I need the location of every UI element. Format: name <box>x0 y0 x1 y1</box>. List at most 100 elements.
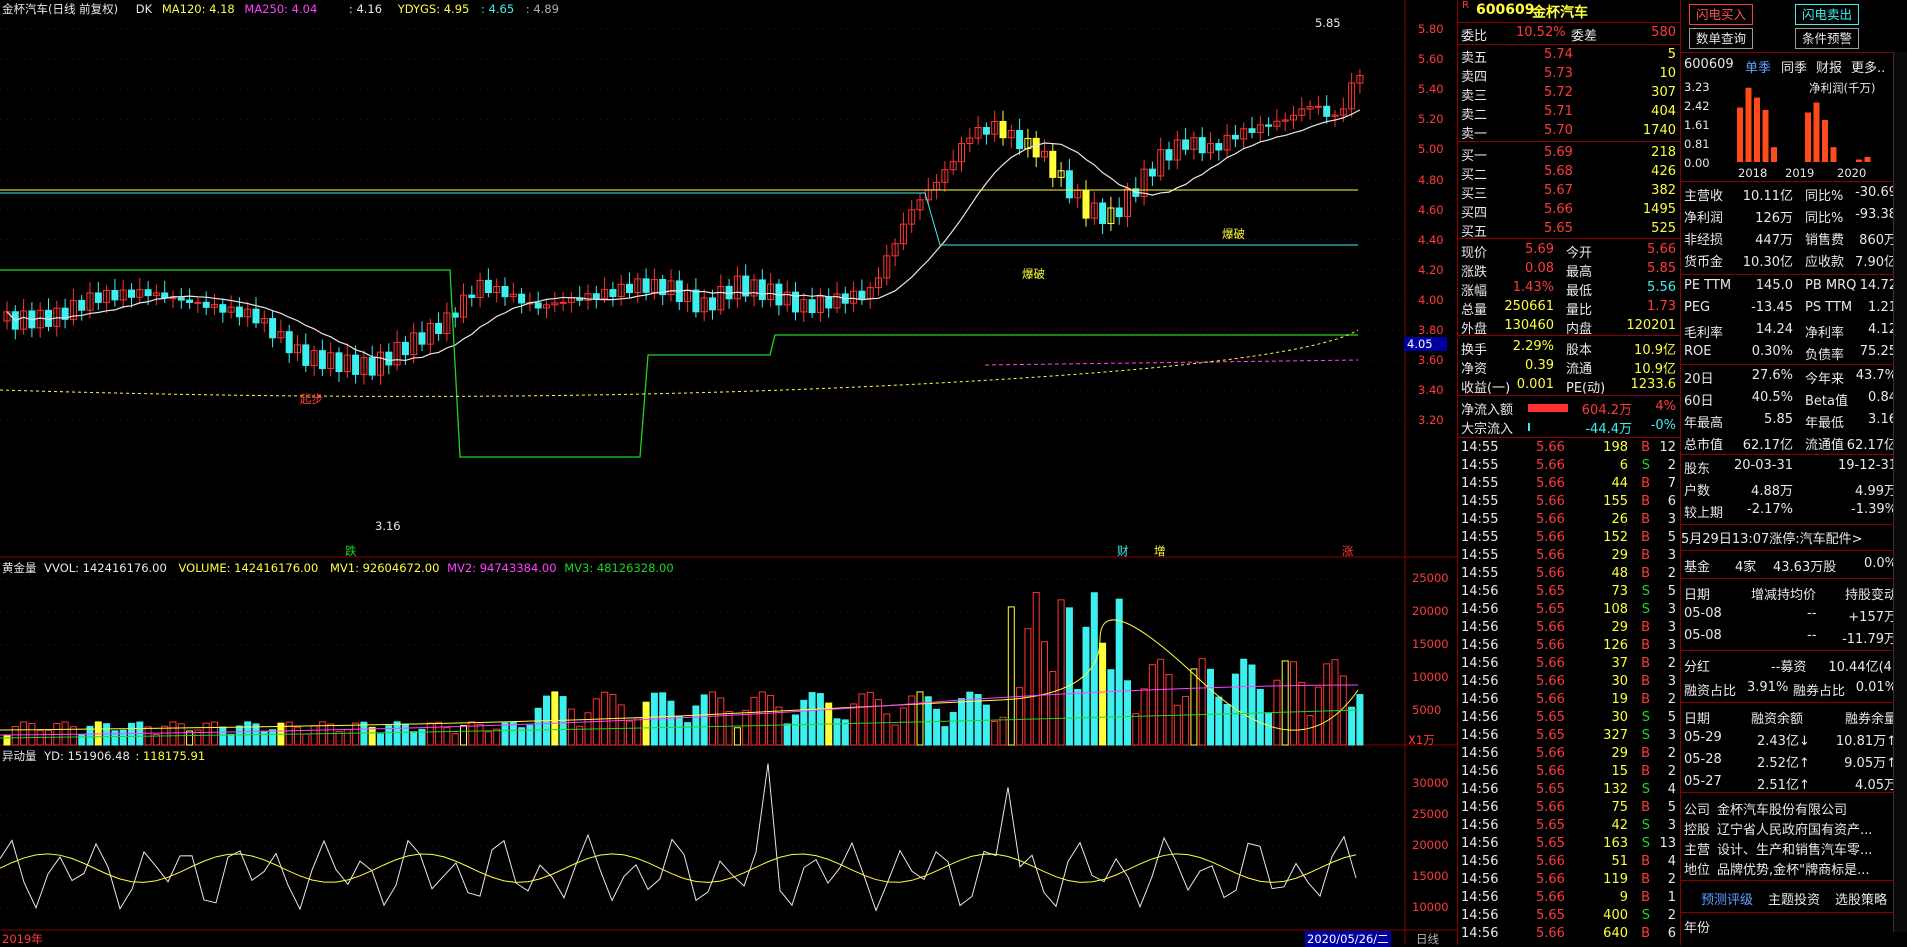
volume-bar <box>692 705 700 746</box>
tick-volume: 44 <box>1611 476 1628 491</box>
news-link[interactable]: 5月29日13:07涨停:汽车配件> <box>1681 528 1901 548</box>
flash-buy-button[interactable]: 闪电买入 <box>1689 4 1753 25</box>
tab-same-quarter[interactable]: 同季 <box>1781 57 1807 76</box>
candle-body <box>518 293 526 304</box>
perf-row-a: 总市值 <box>1684 438 1724 453</box>
tick-count: 3 <box>1667 728 1676 743</box>
volume-bar <box>3 734 11 746</box>
candle-body <box>368 357 376 376</box>
share-label: 净资 <box>1461 362 1488 377</box>
margin-cell-c: 4.05万 <box>1855 778 1897 793</box>
volume-bar <box>1090 592 1098 746</box>
tick-side: B <box>1641 620 1650 635</box>
tick-volume: 29 <box>1611 746 1628 761</box>
perf-row-av: 62.17亿 <box>1742 438 1793 453</box>
candle-body <box>252 308 260 324</box>
tick-count: 6 <box>1667 494 1676 509</box>
tick-time: 14:55 <box>1461 494 1499 509</box>
volume-bar <box>119 729 127 746</box>
share-row: 换手 2.29% 股本 10.9亿 <box>1458 339 1680 358</box>
volume-bar <box>883 713 891 746</box>
fund-shares: 43.63万股 <box>1773 560 1837 575</box>
tick-price: 5.66 <box>1536 692 1565 707</box>
tick-price: 5.66 <box>1536 764 1565 779</box>
candle-body <box>1082 189 1090 219</box>
flow-bar <box>1528 404 1568 412</box>
order-query-button[interactable]: 数单查询 <box>1689 28 1753 49</box>
tick-row: 14:56 5.65 108 S 3 <box>1458 602 1680 620</box>
bid-price: 5.69 <box>1544 145 1573 160</box>
candle-body <box>94 292 102 303</box>
div-label: 分红 <box>1684 660 1711 675</box>
chart-area[interactable]: 金杯汽车(日线 前复权) DK MA120: 4.18 MA250: 4.04 … <box>0 0 1457 947</box>
mv2-label: MV2: 94743384.00 <box>447 561 557 575</box>
holder-row-av: 4.88万 <box>1751 484 1793 499</box>
volume-bar <box>227 733 235 746</box>
kline-chart-svg[interactable] <box>0 0 1457 945</box>
tick-count: 2 <box>1667 458 1676 473</box>
candle-body <box>1182 139 1190 150</box>
dividend-row: 分红 --募资 10.44亿(4) <box>1681 656 1901 676</box>
tab-single-quarter[interactable]: 单季 <box>1745 57 1771 76</box>
tab-strategy[interactable]: 选股策略 <box>1835 889 1887 908</box>
tab-report[interactable]: 财报 <box>1816 57 1842 76</box>
tick-count: 1 <box>1667 890 1676 905</box>
ask-row: 卖一 5.70 1740 <box>1458 123 1680 142</box>
bid-price: 5.66 <box>1544 202 1573 217</box>
candle-body <box>401 341 409 356</box>
tick-price: 5.66 <box>1536 566 1565 581</box>
volume-bar <box>534 707 542 746</box>
marker-die: 跌 <box>345 544 357 558</box>
tick-time: 14:56 <box>1461 602 1499 617</box>
volume-bar <box>202 722 210 746</box>
extra-label: : 4.16 <box>348 2 383 16</box>
div-raise: --募资 <box>1771 660 1807 675</box>
flash-sell-button[interactable]: 闪电卖出 <box>1795 4 1859 25</box>
volume-bar <box>833 718 841 746</box>
tab-theme[interactable]: 主题投资 <box>1768 889 1820 908</box>
share-label2: 流通 <box>1566 362 1593 377</box>
tick-side: B <box>1641 854 1650 869</box>
candle-body <box>1065 170 1073 199</box>
tick-volume: 126 <box>1603 638 1628 653</box>
condition-alert-button[interactable]: 条件预警 <box>1795 28 1859 49</box>
volume-bar <box>783 723 791 746</box>
margin-cell-c: 9.05万↑ <box>1844 756 1897 771</box>
tick-price: 5.66 <box>1536 800 1565 815</box>
tick-price: 5.65 <box>1536 584 1565 599</box>
candle-body <box>352 354 360 375</box>
profit-bar <box>1813 102 1820 162</box>
perf-row: 年最高 5.85 年最低 3.16 <box>1681 412 1901 432</box>
volume-bar <box>1223 704 1231 746</box>
tab-more[interactable]: 更多.. <box>1851 57 1885 76</box>
tick-count: 2 <box>1667 692 1676 707</box>
candle-body <box>1049 150 1057 178</box>
volume-bar <box>717 697 725 746</box>
margin-cell-b: 2.52亿↑ <box>1757 756 1810 771</box>
candle-body <box>235 306 243 318</box>
side-scrollbar[interactable] <box>1893 52 1907 932</box>
tick-price: 5.66 <box>1536 638 1565 653</box>
yd-axis-label: 30000 <box>1412 776 1449 790</box>
volume-bar <box>401 723 409 746</box>
tick-time: 14:55 <box>1461 530 1499 545</box>
yd-value: YD: 151906.48 <box>44 749 130 763</box>
weibi-row: 委比 10.52% 委差 580 <box>1458 25 1680 44</box>
hold-header-b: 增减持均价 <box>1751 588 1817 603</box>
volume-bar <box>352 722 360 746</box>
fin-row-b: 销售费 <box>1805 233 1845 248</box>
flow-row: 净流入额 604.2万 4% <box>1458 399 1680 418</box>
share-label2: PE(动) <box>1566 381 1606 396</box>
company-row: 控股 辽宁省人民政府国有资产... <box>1681 819 1901 839</box>
tick-count: 5 <box>1667 584 1676 599</box>
candle-body <box>435 322 443 334</box>
tab-forecast[interactable]: 预测评级 <box>1701 889 1753 908</box>
tick-side: B <box>1641 890 1650 905</box>
year-2019: 2019 <box>1785 166 1815 180</box>
yd-header: 异动量 YD: 151906.48 : 118175.91 <box>2 748 205 764</box>
tick-count: 7 <box>1667 476 1676 491</box>
tick-row: 14:56 5.66 9 B 1 <box>1458 890 1680 908</box>
mv1-label: MV1: 92604672.00 <box>329 561 440 575</box>
volume-axis-label: 20000 <box>1412 604 1449 618</box>
stat-value: 130460 <box>1504 318 1554 333</box>
